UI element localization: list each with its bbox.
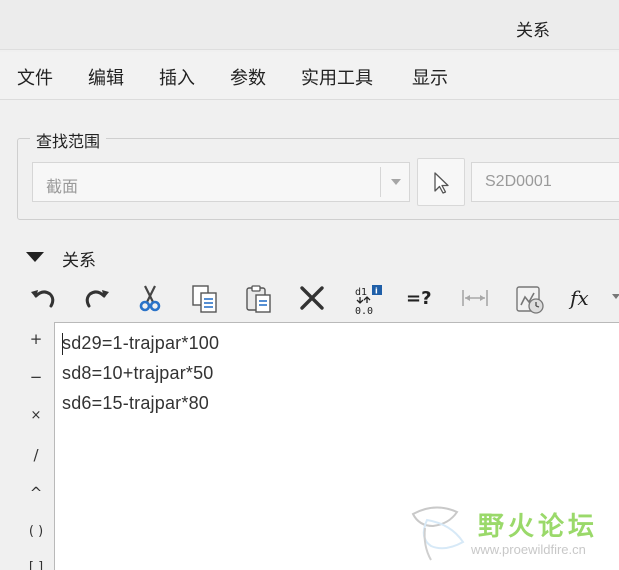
title-bar: 关系 bbox=[0, 0, 619, 50]
copy-icon bbox=[192, 285, 217, 313]
redo-button[interactable] bbox=[78, 280, 114, 316]
watermark-logo-icon bbox=[411, 506, 465, 561]
operator-keys: + − × / ^ ( ) [ ] bbox=[18, 322, 54, 570]
dimension-values-icon: d1 i 0.0 bbox=[355, 285, 382, 316]
menu-file[interactable]: 文件 bbox=[17, 64, 53, 90]
relation-line: sd29=1-trajpar*100 bbox=[62, 333, 220, 353]
delete-x-icon bbox=[300, 286, 324, 310]
scissors-icon bbox=[139, 285, 161, 312]
menu-parameters[interactable]: 参数 bbox=[230, 64, 266, 90]
operator-brackets-button[interactable]: [ ] bbox=[18, 560, 54, 570]
relations-toolbar: d1 i 0.0 =? fx bbox=[18, 276, 619, 320]
window-title: 关系 bbox=[516, 21, 550, 41]
units-icon-sub: 0.0 bbox=[355, 306, 373, 316]
function-fx-icon: fx bbox=[570, 286, 589, 310]
watermark: 野火论坛 www.proewildfire.cn bbox=[405, 502, 619, 564]
cursor-arrow-icon bbox=[434, 172, 449, 194]
scope-select-value: 截面 bbox=[46, 177, 79, 196]
watermark-url: www.proewildfire.cn bbox=[471, 542, 586, 557]
svg-text:i: i bbox=[375, 287, 378, 296]
collapse-triangle-icon[interactable] bbox=[26, 252, 44, 262]
units-icon-text: d1 bbox=[355, 287, 367, 298]
relation-line: sd8=10+trajpar*50 bbox=[62, 363, 214, 383]
operator-divide-button[interactable]: / bbox=[18, 446, 54, 474]
item-name-value: S2D0001 bbox=[485, 173, 552, 190]
operator-multiply-button[interactable]: × bbox=[18, 408, 54, 436]
evaluate-button[interactable]: =? bbox=[402, 280, 438, 316]
clipboard-paste-icon bbox=[246, 285, 271, 313]
operator-parentheses-button[interactable]: ( ) bbox=[18, 524, 54, 552]
redo-icon bbox=[85, 290, 109, 308]
verify-relations-icon bbox=[516, 286, 544, 314]
measure-distance-button[interactable] bbox=[456, 280, 492, 316]
delete-button[interactable] bbox=[294, 280, 330, 316]
menu-utilities[interactable]: 实用工具 bbox=[301, 64, 373, 90]
copy-button[interactable] bbox=[186, 280, 222, 316]
item-name-field[interactable]: S2D0001 bbox=[471, 162, 619, 202]
operator-power-button[interactable]: ^ bbox=[18, 484, 54, 512]
lookup-group-label: 查找范围 bbox=[30, 128, 107, 152]
menu-edit[interactable]: 编辑 bbox=[88, 64, 124, 90]
toolbar-overflow-chevron-icon[interactable] bbox=[612, 294, 619, 299]
evaluate-label: =? bbox=[406, 288, 432, 309]
relations-section-label: 关系 bbox=[62, 251, 96, 271]
dimension-arrows-icon bbox=[462, 290, 488, 306]
watermark-text: 野火论坛 bbox=[478, 512, 599, 542]
menu-display[interactable]: 显示 bbox=[412, 64, 448, 90]
sort-relations-button[interactable] bbox=[510, 280, 546, 316]
menu-bar: 文件 编辑 插入 参数 实用工具 显示 bbox=[0, 52, 619, 100]
operator-plus-button[interactable]: + bbox=[18, 330, 54, 358]
cut-button[interactable] bbox=[132, 280, 168, 316]
undo-icon bbox=[31, 290, 55, 308]
toggle-units-button[interactable]: d1 i 0.0 bbox=[348, 280, 384, 316]
menu-insert[interactable]: 插入 bbox=[159, 64, 195, 90]
select-item-button[interactable] bbox=[417, 158, 465, 206]
insert-function-button[interactable]: fx bbox=[564, 280, 600, 316]
relation-line: sd6=15-trajpar*80 bbox=[62, 393, 209, 413]
operator-minus-button[interactable]: − bbox=[18, 368, 54, 396]
chevron-down-icon bbox=[391, 179, 401, 185]
scope-select[interactable]: 截面 bbox=[32, 162, 410, 202]
undo-button[interactable] bbox=[24, 280, 60, 316]
paste-button[interactable] bbox=[240, 280, 276, 316]
select-divider bbox=[380, 167, 381, 197]
